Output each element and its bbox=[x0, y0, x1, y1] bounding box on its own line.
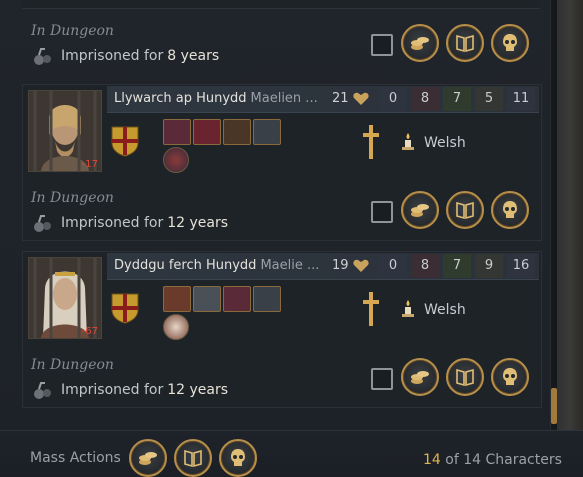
character-count-total: of 14 Characters bbox=[445, 452, 562, 468]
scrollbar-track[interactable] bbox=[551, 0, 557, 430]
culture-label[interactable]: Welsh bbox=[424, 135, 466, 151]
select-checkbox[interactable] bbox=[371, 34, 393, 56]
character-name[interactable]: Llywarch ap Hunydd Maelien ... bbox=[114, 91, 318, 106]
imprisonment-info: Imprisoned for 12 years bbox=[31, 378, 228, 402]
culture-label[interactable]: Welsh bbox=[424, 302, 466, 318]
select-checkbox[interactable] bbox=[371, 368, 393, 390]
health-modifier: -67 bbox=[81, 326, 98, 337]
coins-icon bbox=[411, 204, 429, 217]
dungeon-status-label: In Dungeon bbox=[31, 23, 114, 39]
candle-icon[interactable] bbox=[401, 299, 415, 317]
mass-ransom-button[interactable] bbox=[129, 439, 167, 477]
execute-button[interactable] bbox=[491, 191, 529, 229]
dungeon-status-row: In Dungeon Imprisoned for 12 years bbox=[22, 185, 540, 255]
character-name[interactable]: Dyddgu ferch Hunydd Maelie ... bbox=[114, 258, 319, 273]
dungeon-status-row: In Dungeon Imprisoned for 8 years bbox=[22, 18, 540, 88]
mass-banish-button[interactable] bbox=[174, 439, 212, 477]
shackles-icon bbox=[34, 215, 51, 232]
coins-icon bbox=[411, 37, 429, 50]
shackles-icon bbox=[34, 48, 51, 65]
dynasty-name: Maelien ... bbox=[250, 91, 318, 106]
imprisoned-years: 12 years bbox=[167, 215, 229, 231]
coat-of-arms-icon[interactable] bbox=[110, 125, 140, 157]
mass-execute-button[interactable] bbox=[219, 439, 257, 477]
dungeon-status-label: In Dungeon bbox=[31, 357, 114, 373]
trait-icon[interactable] bbox=[253, 119, 281, 145]
candle-icon[interactable] bbox=[401, 132, 415, 150]
stat-stewardship: 7 bbox=[443, 254, 471, 278]
execute-button[interactable] bbox=[491, 24, 529, 62]
character-count: 14 of 14 Characters bbox=[423, 452, 562, 468]
coins-icon bbox=[139, 452, 157, 465]
skull-icon bbox=[231, 449, 245, 466]
heart-icon bbox=[353, 259, 369, 272]
shackles-icon bbox=[34, 382, 51, 399]
execute-button[interactable] bbox=[491, 358, 529, 396]
ransom-button[interactable] bbox=[401, 191, 439, 229]
mass-actions-footer: Mass Actions 14 of 14 Characters bbox=[0, 430, 583, 477]
character-namebar[interactable]: Dyddgu ferch Hunydd Maelie ... 19 0 8 7 9… bbox=[107, 253, 539, 280]
skull-icon bbox=[503, 34, 517, 51]
stat-martial: 8 bbox=[411, 87, 439, 111]
select-checkbox[interactable] bbox=[371, 201, 393, 223]
book-icon bbox=[456, 201, 474, 220]
imprisonment-info: Imprisoned for 12 years bbox=[31, 211, 228, 235]
imprisoned-years: 12 years bbox=[167, 382, 229, 398]
stat-learning: 16 bbox=[507, 254, 535, 278]
heart-icon bbox=[353, 92, 369, 105]
trait-icon[interactable] bbox=[163, 286, 191, 312]
imprisoned-label: Imprisoned for bbox=[61, 215, 164, 231]
trait-icon[interactable] bbox=[253, 286, 281, 312]
dungeon-status-label: In Dungeon bbox=[31, 190, 114, 206]
imprisoned-label: Imprisoned for bbox=[61, 382, 164, 398]
trait-icon[interactable] bbox=[223, 119, 251, 145]
secondary-trait-icon[interactable] bbox=[163, 147, 189, 173]
dynasty-name: Maelie ... bbox=[260, 258, 320, 273]
mass-actions-label: Mass Actions bbox=[30, 450, 121, 466]
character-portrait[interactable]: -67 bbox=[28, 257, 102, 339]
skull-icon bbox=[503, 368, 517, 385]
dungeon-status-row: In Dungeon Imprisoned for 12 years bbox=[22, 352, 540, 422]
secondary-trait-icon[interactable] bbox=[163, 314, 189, 340]
book-icon bbox=[456, 368, 474, 387]
trait-icon[interactable] bbox=[193, 119, 221, 145]
scrollbar-thumb[interactable] bbox=[551, 388, 557, 424]
cross-icon[interactable] bbox=[363, 125, 379, 159]
skull-icon bbox=[503, 201, 517, 218]
character-namebar[interactable]: Llywarch ap Hunydd Maelien ... 21 0 8 7 5… bbox=[107, 86, 539, 113]
banish-button[interactable] bbox=[446, 358, 484, 396]
coat-of-arms-icon[interactable] bbox=[110, 292, 140, 324]
cross-icon[interactable] bbox=[363, 292, 379, 326]
previous-card-edge bbox=[22, 0, 540, 9]
opinion-value: 19 bbox=[332, 258, 349, 273]
opinion-value: 21 bbox=[332, 91, 349, 106]
character-portrait[interactable]: -17 bbox=[28, 90, 102, 172]
ransom-button[interactable] bbox=[401, 24, 439, 62]
character-first-name: Llywarch ap Hunydd bbox=[114, 91, 247, 106]
banish-button[interactable] bbox=[446, 191, 484, 229]
book-icon bbox=[456, 34, 474, 53]
health-modifier: -17 bbox=[81, 159, 98, 170]
character-count-current: 14 bbox=[423, 452, 441, 468]
coins-icon bbox=[411, 371, 429, 384]
imprisonment-info: Imprisoned for 8 years bbox=[31, 44, 219, 68]
imprisoned-label: Imprisoned for bbox=[61, 48, 164, 64]
book-icon bbox=[184, 449, 202, 468]
character-first-name: Dyddgu ferch Hunydd bbox=[114, 258, 257, 273]
stat-diplomacy: 0 bbox=[379, 87, 407, 111]
stat-stewardship: 7 bbox=[443, 87, 471, 111]
stat-intrigue: 9 bbox=[475, 254, 503, 278]
trait-icon[interactable] bbox=[163, 119, 191, 145]
stat-diplomacy: 0 bbox=[379, 254, 407, 278]
banish-button[interactable] bbox=[446, 24, 484, 62]
imprisoned-years: 8 years bbox=[167, 48, 220, 64]
stat-learning: 11 bbox=[507, 87, 535, 111]
trait-icon[interactable] bbox=[223, 286, 251, 312]
stat-intrigue: 5 bbox=[475, 87, 503, 111]
stat-martial: 8 bbox=[411, 254, 439, 278]
trait-icon[interactable] bbox=[193, 286, 221, 312]
ransom-button[interactable] bbox=[401, 358, 439, 396]
